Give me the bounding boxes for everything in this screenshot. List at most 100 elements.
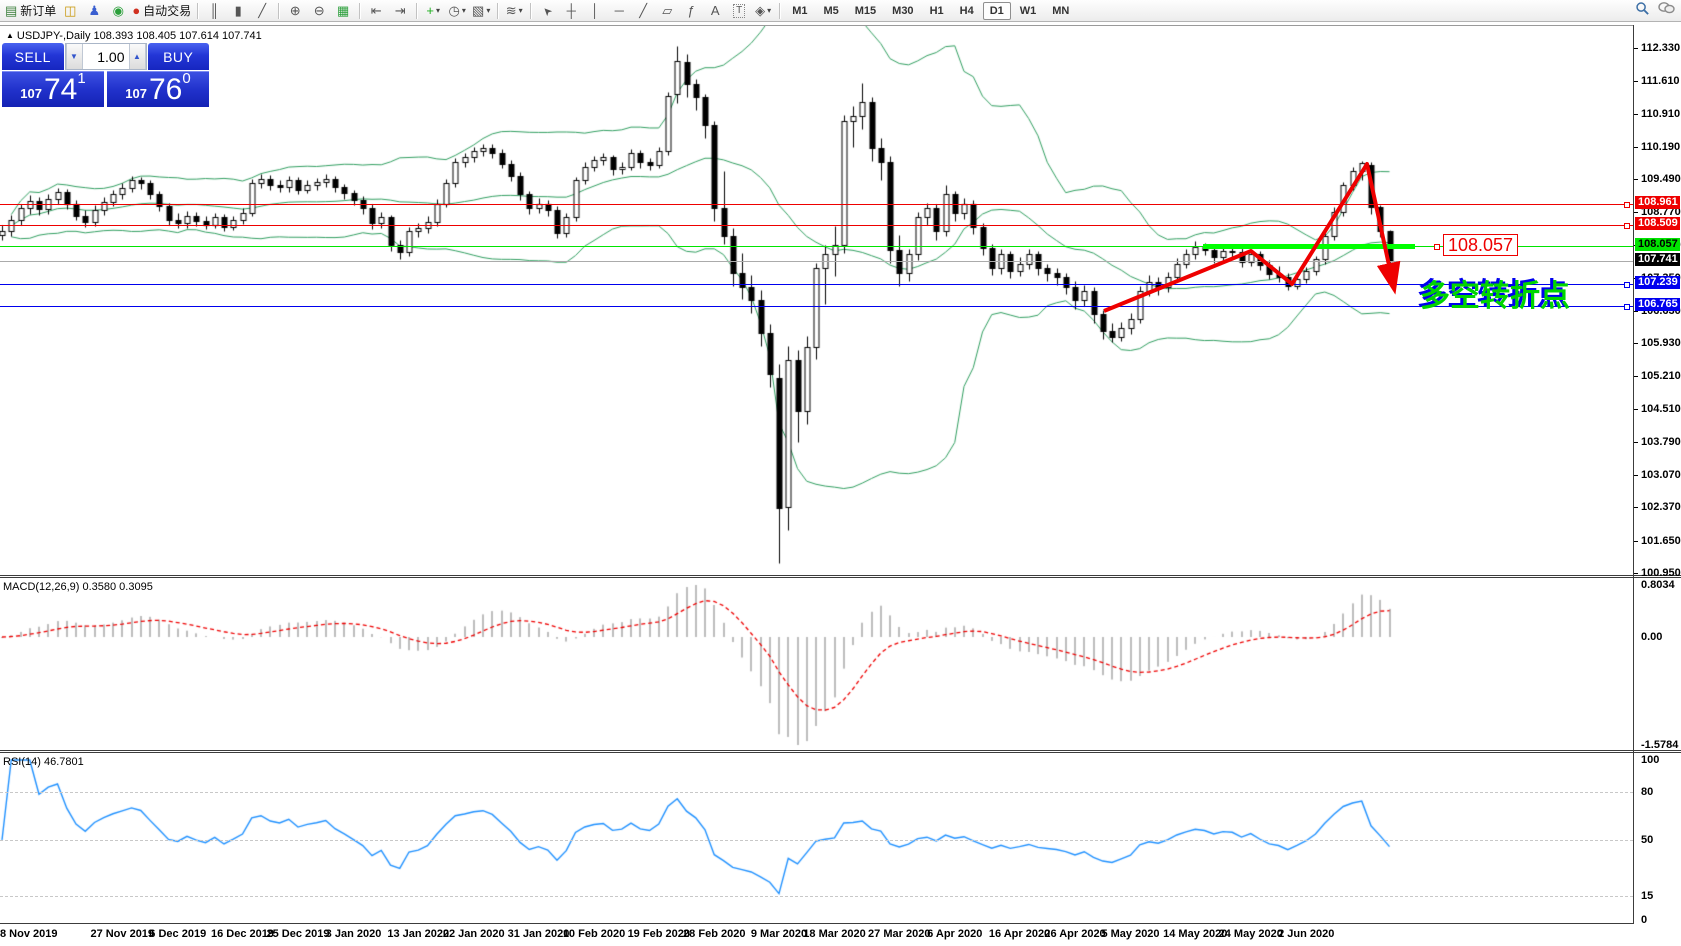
price-tick-label: 105.930 bbox=[1641, 337, 1681, 349]
indicators-icon: ≋ bbox=[506, 2, 517, 20]
market-watch-button[interactable]: ◫ bbox=[58, 2, 82, 20]
market-watch-icon: ◫ bbox=[64, 2, 76, 20]
rsi-canvas[interactable] bbox=[0, 753, 1633, 923]
text-tool-button[interactable]: A bbox=[703, 2, 727, 20]
rsi-tick-label: 15 bbox=[1641, 890, 1653, 902]
horizontal-line-tool-button[interactable]: ─ bbox=[607, 2, 631, 20]
zoom-out-button[interactable]: ⊖ bbox=[307, 2, 331, 20]
volume-decrease-button[interactable]: ▼ bbox=[66, 44, 83, 69]
volume-increase-button[interactable]: ▲ bbox=[129, 44, 146, 69]
price-tick-label: 111.610 bbox=[1641, 75, 1680, 87]
macd-tick-label: -1.5784 bbox=[1641, 739, 1678, 751]
timeframe-h1-button[interactable]: H1 bbox=[923, 2, 951, 20]
zoom-in-button[interactable]: ⊕ bbox=[283, 2, 307, 20]
objects-arrow-icon: ▲ bbox=[6, 31, 14, 40]
timeframe-w1-button[interactable]: W1 bbox=[1013, 2, 1044, 20]
rsi-panel: RSI(14) 46.7801 bbox=[0, 753, 1633, 923]
new-order-button[interactable]: ▤新订单 bbox=[3, 2, 58, 20]
vertical-line-tool-button[interactable]: │ bbox=[583, 2, 607, 20]
channel-tool-button[interactable]: ▱ bbox=[655, 2, 679, 20]
price-axis[interactable]: 112.330111.610110.910110.190109.490108.7… bbox=[1633, 25, 1681, 924]
macd-canvas[interactable] bbox=[0, 578, 1633, 750]
price-tick-label: 105.210 bbox=[1641, 370, 1681, 382]
price-tick-label: 102.370 bbox=[1641, 501, 1681, 513]
toolbar-separator bbox=[779, 3, 780, 19]
tile-windows-button[interactable]: ▦ bbox=[331, 2, 355, 20]
data-signal-button[interactable]: ◉ bbox=[106, 2, 130, 20]
line-chart-button[interactable]: ╱ bbox=[250, 2, 274, 20]
arrows-tool-icon: ◈ bbox=[755, 2, 765, 20]
dropdown-caret-icon: ▾ bbox=[519, 2, 523, 20]
cursor-tool-icon: ➤ bbox=[538, 1, 557, 20]
timeframe-mn-button[interactable]: MN bbox=[1045, 2, 1076, 20]
cursor-tool-button[interactable]: ➤ bbox=[535, 2, 559, 20]
price-tick-mark bbox=[1634, 376, 1638, 377]
symbol-info-text: USDJPY-,Daily 108.393 108.405 107.614 10… bbox=[17, 30, 262, 42]
macd-panel: MACD(12,26,9) 0.3580 0.3095 bbox=[0, 578, 1633, 750]
indicators-button[interactable]: ≋▾ bbox=[502, 2, 526, 20]
fibonacci-tool-button[interactable]: ƒ bbox=[679, 2, 703, 20]
dropdown-caret-icon: ▾ bbox=[462, 2, 466, 20]
timeframe-m15-button[interactable]: M15 bbox=[848, 2, 883, 20]
price-tick-label: 103.070 bbox=[1641, 469, 1681, 481]
price-badge: 108.961 bbox=[1635, 196, 1680, 209]
text-label-tool-button[interactable]: T bbox=[727, 2, 751, 20]
price-tick-label: 112.330 bbox=[1641, 42, 1680, 54]
bar-chart-button[interactable]: ║ bbox=[202, 2, 226, 20]
date-label: 6 Dec 2019 bbox=[149, 928, 206, 940]
price-tick-label: 110.910 bbox=[1641, 108, 1680, 120]
sell-price-pips: 741 bbox=[44, 75, 86, 105]
volume-control: ▼ ▲ bbox=[65, 43, 147, 70]
trend-zigzag-arrow[interactable] bbox=[0, 26, 1633, 576]
buy-button[interactable]: BUY bbox=[148, 43, 210, 70]
crosshair-tool-button[interactable]: ┼ bbox=[559, 2, 583, 20]
chart-shift-icon: ⇥ bbox=[395, 2, 406, 20]
timeframe-m1-button[interactable]: M1 bbox=[785, 2, 814, 20]
price-tick-mark bbox=[1634, 475, 1638, 476]
auto-trading-icon: ● bbox=[132, 2, 140, 20]
one-click-trading-panel: SELL ▼ ▲ BUY 107 741 107 760 bbox=[2, 43, 209, 107]
chart-shift-button[interactable]: ⇥ bbox=[388, 2, 412, 20]
turning-point-note[interactable]: 多空转折点 bbox=[1420, 271, 1570, 315]
arrows-tool-button[interactable]: ◈▾ bbox=[751, 2, 775, 20]
price-tick-mark bbox=[1634, 179, 1638, 180]
level-price-label[interactable]: 108.057 bbox=[1443, 234, 1518, 256]
auto-scroll-button[interactable]: ⇤ bbox=[364, 2, 388, 20]
toolbar-separator bbox=[278, 3, 279, 19]
trendline-tool-button[interactable]: ╱ bbox=[631, 2, 655, 20]
timeframe-m5-button[interactable]: M5 bbox=[816, 2, 845, 20]
dropdown-caret-icon: ▾ bbox=[436, 2, 440, 20]
date-label: 16 Apr 2020 bbox=[989, 928, 1050, 940]
date-label: 3 Jan 2020 bbox=[326, 928, 382, 940]
new-chart-button[interactable]: +▾ bbox=[421, 2, 445, 20]
timeframe-h4-button[interactable]: H4 bbox=[953, 2, 981, 20]
timeframe-m30-button[interactable]: M30 bbox=[885, 2, 920, 20]
toolbar-button-label: 新订单 bbox=[20, 2, 56, 20]
sell-price-display[interactable]: 107 741 bbox=[2, 71, 104, 107]
horizontal-line-tool-icon: ─ bbox=[615, 2, 624, 20]
chat-button[interactable] bbox=[1654, 2, 1678, 20]
auto-trading-button[interactable]: ●自动交易 bbox=[130, 2, 193, 20]
toolbar-separator bbox=[416, 3, 417, 19]
profiles-button[interactable]: ◷▾ bbox=[445, 2, 469, 20]
symbol-info: ▲USDJPY-,Daily 108.393 108.405 107.614 1… bbox=[6, 30, 262, 42]
date-label: 13 Jan 2020 bbox=[387, 928, 449, 940]
rsi-level-line bbox=[0, 792, 1633, 793]
search-button[interactable] bbox=[1630, 2, 1654, 20]
sell-button[interactable]: SELL bbox=[2, 43, 64, 70]
timeframe-d1-button[interactable]: D1 bbox=[983, 2, 1011, 20]
buy-price-display[interactable]: 107 760 bbox=[107, 71, 209, 107]
price-label-handle[interactable] bbox=[1434, 244, 1440, 250]
time-axis[interactable]: 8 Nov 201927 Nov 20196 Dec 201916 Dec 20… bbox=[0, 926, 1633, 944]
rsi-tick-label: 80 bbox=[1641, 786, 1653, 798]
volume-input[interactable] bbox=[83, 44, 129, 69]
chart-window: 108.057 多空转折点 ▲USDJPY-,Daily 108.393 108… bbox=[0, 23, 1681, 946]
date-label: 5 May 2020 bbox=[1101, 928, 1159, 940]
navigator-button[interactable]: ♟ bbox=[82, 2, 106, 20]
toolbar-separator bbox=[530, 3, 531, 19]
templates-button[interactable]: ▧▾ bbox=[469, 2, 493, 20]
rsi-tick-label: 100 bbox=[1641, 754, 1659, 766]
candlestick-chart-button[interactable]: ▮ bbox=[226, 2, 250, 20]
candlestick-chart-icon: ▮ bbox=[235, 2, 242, 20]
date-label: 27 Nov 2019 bbox=[90, 928, 154, 940]
